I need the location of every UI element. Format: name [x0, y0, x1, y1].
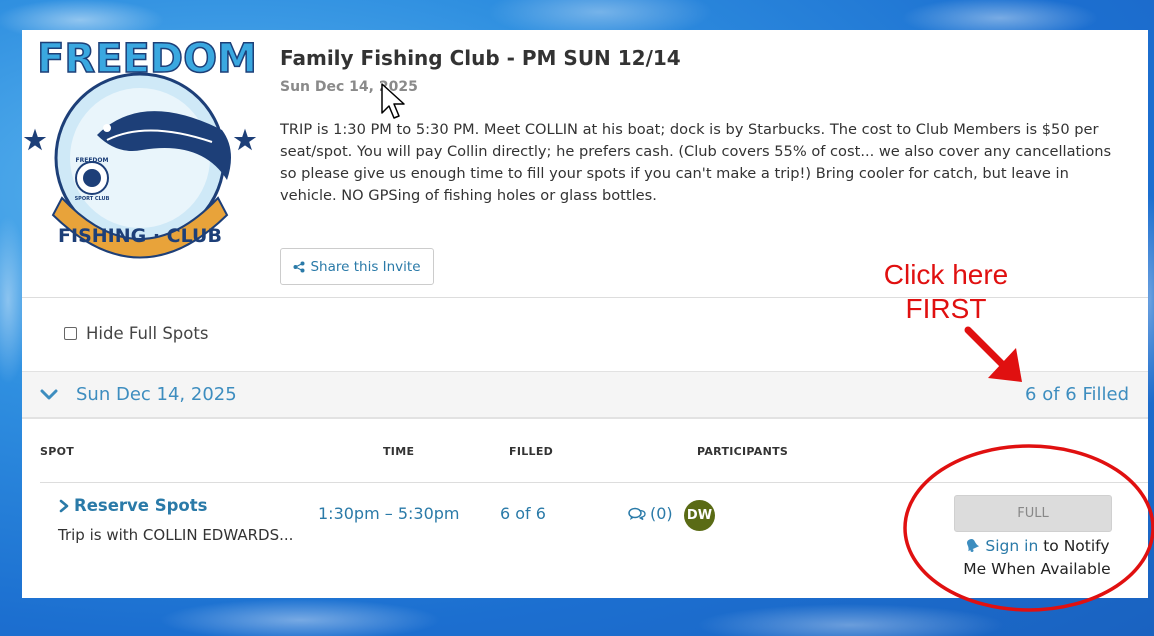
hide-full-spots-label: Hide Full Spots: [86, 324, 209, 343]
filled-summary[interactable]: 6 of 6 Filled: [1025, 384, 1129, 405]
column-header-filled: FILLED: [509, 445, 554, 458]
svg-text:FREEDOM: FREEDOM: [37, 36, 257, 82]
sign-in-link[interactable]: Sign in: [985, 537, 1038, 555]
reserve-spots-link[interactable]: Reserve Spots: [58, 496, 207, 515]
notify-text-1: to Notify: [1043, 537, 1110, 555]
notify-me-section: Sign in to Notify Me When Available: [952, 535, 1122, 581]
date-group-label[interactable]: Sun Dec 14, 2025: [76, 384, 237, 405]
chevron-right-icon: [59, 499, 69, 512]
annotation-text: Click here FIRST: [876, 258, 1016, 326]
event-description: TRIP is 1:30 PM to 5:30 PM. Meet COLLIN …: [280, 121, 1112, 204]
svg-text:FISHING · CLUB: FISHING · CLUB: [58, 225, 222, 247]
bell-icon: [967, 539, 980, 552]
svg-text:FREEDOM: FREEDOM: [76, 157, 109, 164]
column-header-time: TIME: [383, 445, 415, 458]
annotation-line-2: FIRST: [905, 293, 987, 324]
hide-full-spots-checkbox[interactable]: [64, 327, 77, 340]
comments-link[interactable]: (0): [628, 504, 673, 523]
column-header-spot: SPOT: [40, 445, 75, 458]
comments-icon: [628, 507, 646, 520]
chevron-down-icon[interactable]: [40, 386, 58, 404]
comments-count: (0): [650, 504, 673, 523]
table-divider: [40, 482, 1148, 483]
notify-text-2: Me When Available: [963, 560, 1111, 578]
hide-full-spots-toggle[interactable]: Hide Full Spots: [64, 324, 208, 343]
freedom-fishing-club-logo: FREEDOM FISHING · CLUB FREEDOM SPORT CLU…: [23, 35, 258, 259]
spot-description: Trip is with COLLIN EDWARDS...: [58, 526, 294, 544]
share-invite-button[interactable]: Share this Invite: [280, 248, 434, 285]
participant-avatar[interactable]: DW: [684, 500, 715, 531]
mouse-cursor-icon: [381, 83, 405, 119]
reserve-spots-label: Reserve Spots: [74, 496, 208, 515]
full-status-button: FULL: [954, 495, 1112, 532]
svg-text:SPORT CLUB: SPORT CLUB: [75, 196, 110, 202]
spot-filled-count[interactable]: 6 of 6: [500, 504, 546, 523]
share-invite-label: Share this Invite: [310, 258, 421, 275]
share-icon: [293, 261, 305, 272]
column-header-participants: PARTICIPANTS: [697, 445, 789, 458]
event-title: Family Fishing Club - PM SUN 12/14: [280, 46, 681, 70]
spot-time[interactable]: 1:30pm – 5:30pm: [318, 504, 460, 523]
date-group-header[interactable]: Sun Dec 14, 2025 6 of 6 Filled: [22, 371, 1148, 419]
annotation-line-1: Click here: [883, 259, 1009, 290]
